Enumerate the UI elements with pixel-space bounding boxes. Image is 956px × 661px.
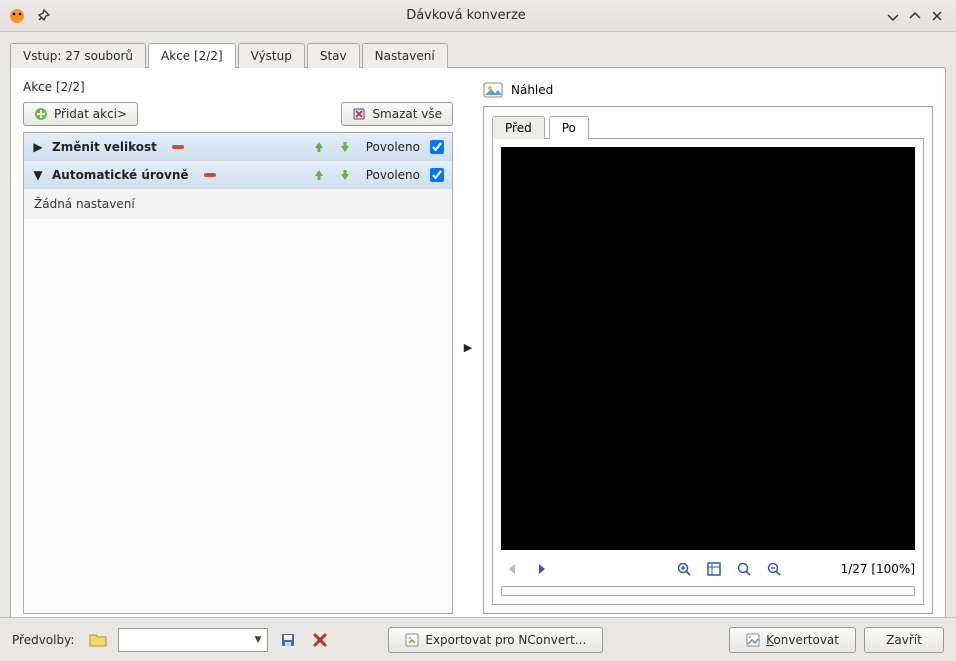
action-item: ▼ Automatické úrovně Povoleno [24, 161, 452, 189]
maximize-button[interactable] [904, 5, 926, 27]
add-action-label: Přidat akci> [54, 107, 127, 121]
preset-combo[interactable]: ▼ [118, 628, 268, 652]
actions-panel: Akce [2/2] Přidat akci> Smazat vše [10, 67, 946, 627]
presets-label: Předvolby: [12, 633, 74, 647]
save-preset-icon[interactable] [276, 628, 300, 652]
splitter-handle[interactable]: ▶ [453, 80, 483, 614]
action-enabled-checkbox[interactable] [430, 140, 444, 154]
move-up-icon[interactable] [310, 138, 328, 156]
app-icon [8, 7, 26, 25]
tab-output[interactable]: Výstup [238, 43, 305, 68]
expand-toggle-icon[interactable]: ▶ [32, 140, 44, 154]
tab-input[interactable]: Vstup: 27 souborů [10, 43, 146, 68]
zoom-actual-icon[interactable] [733, 558, 755, 580]
close-dialog-button[interactable]: Zavřít [864, 627, 944, 653]
pin-icon[interactable] [36, 9, 50, 23]
expand-toggle-icon[interactable]: ▼ [32, 168, 44, 182]
window-titlebar: Dávková konverze [0, 0, 956, 32]
clear-all-label: Smazat vše [372, 107, 442, 121]
remove-action-icon[interactable] [203, 172, 217, 178]
preview-tabs: Před Po [492, 116, 924, 139]
zoom-out-icon[interactable] [763, 558, 785, 580]
move-up-icon[interactable] [310, 166, 328, 184]
action-name: Změnit velikost [52, 140, 157, 154]
zoom-fit-icon[interactable] [703, 558, 725, 580]
preview-label: Náhled [511, 83, 553, 97]
preview-image [501, 147, 915, 550]
actions-section-title: Akce [2/2] [23, 80, 453, 94]
move-down-icon[interactable] [336, 166, 354, 184]
preview-progress [501, 586, 915, 596]
convert-button[interactable]: Konvertovat [729, 627, 856, 653]
preview-tab-before[interactable]: Před [492, 116, 545, 139]
preview-counter: 1/27 [100%] [841, 562, 915, 576]
action-status: Povoleno [366, 140, 420, 154]
action-enabled-checkbox[interactable] [430, 168, 444, 182]
delete-preset-icon[interactable] [308, 628, 332, 652]
close-button[interactable] [926, 5, 948, 27]
zoom-in-icon[interactable] [673, 558, 695, 580]
next-image-icon[interactable] [531, 558, 553, 580]
action-no-settings: Žádná nastavení [24, 189, 452, 219]
move-down-icon[interactable] [336, 138, 354, 156]
actions-list: ▶ Změnit velikost Povoleno ▼ [23, 132, 453, 614]
convert-icon [746, 633, 760, 647]
bottom-bar: Předvolby: ▼ Exportovat pro NConvert... … [0, 617, 956, 661]
prev-image-icon[interactable] [501, 558, 523, 580]
export-icon [405, 633, 419, 647]
convert-label: Konvertovat [766, 633, 839, 647]
action-name: Automatické úrovně [52, 168, 189, 182]
tab-actions[interactable]: Akce [2/2] [148, 43, 236, 68]
tab-status[interactable]: Stav [307, 43, 360, 68]
tab-settings[interactable]: Nastavení [362, 43, 448, 68]
chevron-right-icon: ▶ [464, 341, 472, 354]
remove-action-icon[interactable] [171, 144, 185, 150]
action-item: ▶ Změnit velikost Povoleno [24, 133, 452, 161]
preview-icon [483, 80, 503, 100]
clear-icon [352, 107, 366, 121]
add-action-button[interactable]: Přidat akci> [23, 102, 138, 126]
preview-tab-after[interactable]: Po [549, 116, 589, 139]
export-nconvert-button[interactable]: Exportovat pro NConvert... [388, 627, 603, 653]
open-preset-icon[interactable] [86, 628, 110, 652]
preview-box: Před Po [483, 106, 933, 614]
action-status: Povoleno [366, 168, 420, 182]
clear-all-button[interactable]: Smazat vše [341, 102, 453, 126]
main-tabs: Vstup: 27 souborů Akce [2/2] Výstup Stav… [10, 43, 946, 68]
window-title: Dávková konverze [50, 8, 882, 23]
minimize-button[interactable] [882, 5, 904, 27]
plus-icon [34, 107, 48, 121]
export-label: Exportovat pro NConvert... [425, 633, 586, 647]
chevron-down-icon: ▼ [254, 635, 261, 645]
preview-content: 1/27 [100%] [492, 138, 924, 605]
close-label: Zavřít [886, 633, 922, 647]
